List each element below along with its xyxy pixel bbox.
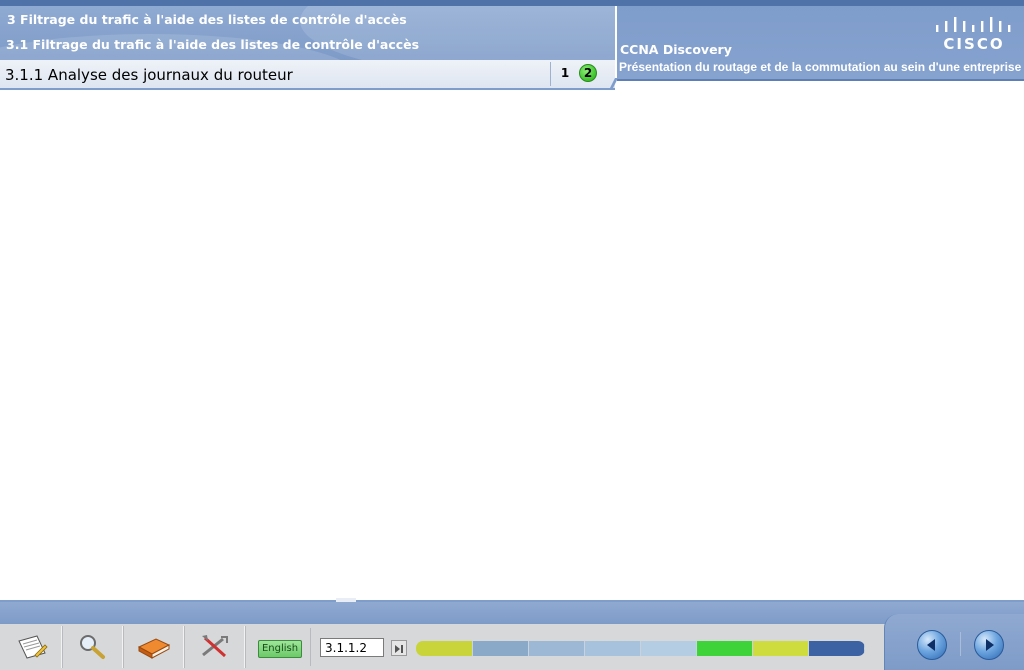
tools-button[interactable] — [185, 626, 246, 668]
progress-segment[interactable] — [585, 641, 641, 656]
page-link-1[interactable]: 1 — [556, 64, 574, 82]
course-header-panel: CISCO CCNA Discovery Présentation du rou… — [617, 6, 1024, 81]
progress-segment[interactable] — [753, 641, 809, 656]
footer-tab-marker — [336, 598, 356, 602]
course-name: CCNA Discovery — [620, 42, 732, 57]
nav-divider — [960, 632, 961, 656]
progress-segment[interactable] — [529, 641, 585, 656]
search-icon — [80, 635, 105, 659]
next-button[interactable] — [974, 630, 1004, 660]
language-button[interactable]: English — [258, 640, 302, 658]
header-breadcrumb-panel: 3 Filtrage du trafic à l'aide des listes… — [0, 6, 615, 60]
topic-divider — [550, 62, 551, 86]
topic-bar: 3.1.1 Analyse des journaux du routeur 1 … — [0, 60, 615, 90]
progress-bar — [416, 641, 865, 656]
progress-segment[interactable] — [473, 641, 529, 656]
notes-icon — [18, 635, 48, 659]
course-subtitle: Présentation du routage et de la commuta… — [619, 60, 1022, 74]
progress-segment[interactable] — [641, 641, 697, 656]
previous-button[interactable] — [917, 630, 947, 660]
chapter-title: 3 Filtrage du trafic à l'aide des listes… — [7, 12, 407, 27]
go-to-page-button[interactable] — [391, 640, 407, 656]
search-button[interactable] — [63, 626, 124, 668]
notes-button[interactable] — [2, 626, 63, 668]
skip-forward-icon — [395, 645, 403, 653]
progress-segment[interactable] — [416, 641, 473, 656]
toolbar-divider — [310, 628, 311, 666]
section-title: 3.1 Filtrage du trafic à l'aide des list… — [6, 37, 420, 52]
tools-icon — [202, 635, 228, 658]
arrow-left-icon — [927, 639, 935, 651]
progress-segment[interactable] — [697, 641, 753, 656]
footer-stripe — [0, 602, 1024, 624]
topic-title: 3.1.1 Analyse des journaux du routeur — [5, 66, 293, 84]
page-link-2-current[interactable]: 2 — [579, 64, 597, 82]
progress-segment[interactable] — [809, 641, 865, 656]
glossary-button[interactable] — [124, 626, 185, 668]
page-number-input[interactable] — [320, 638, 384, 657]
cisco-logo: CISCO — [936, 17, 1011, 52]
arrow-right-icon — [986, 639, 994, 651]
glossary-book-icon — [137, 638, 171, 659]
cisco-logo-text: CISCO — [943, 35, 1004, 52]
topic-bar-notch — [598, 78, 618, 90]
